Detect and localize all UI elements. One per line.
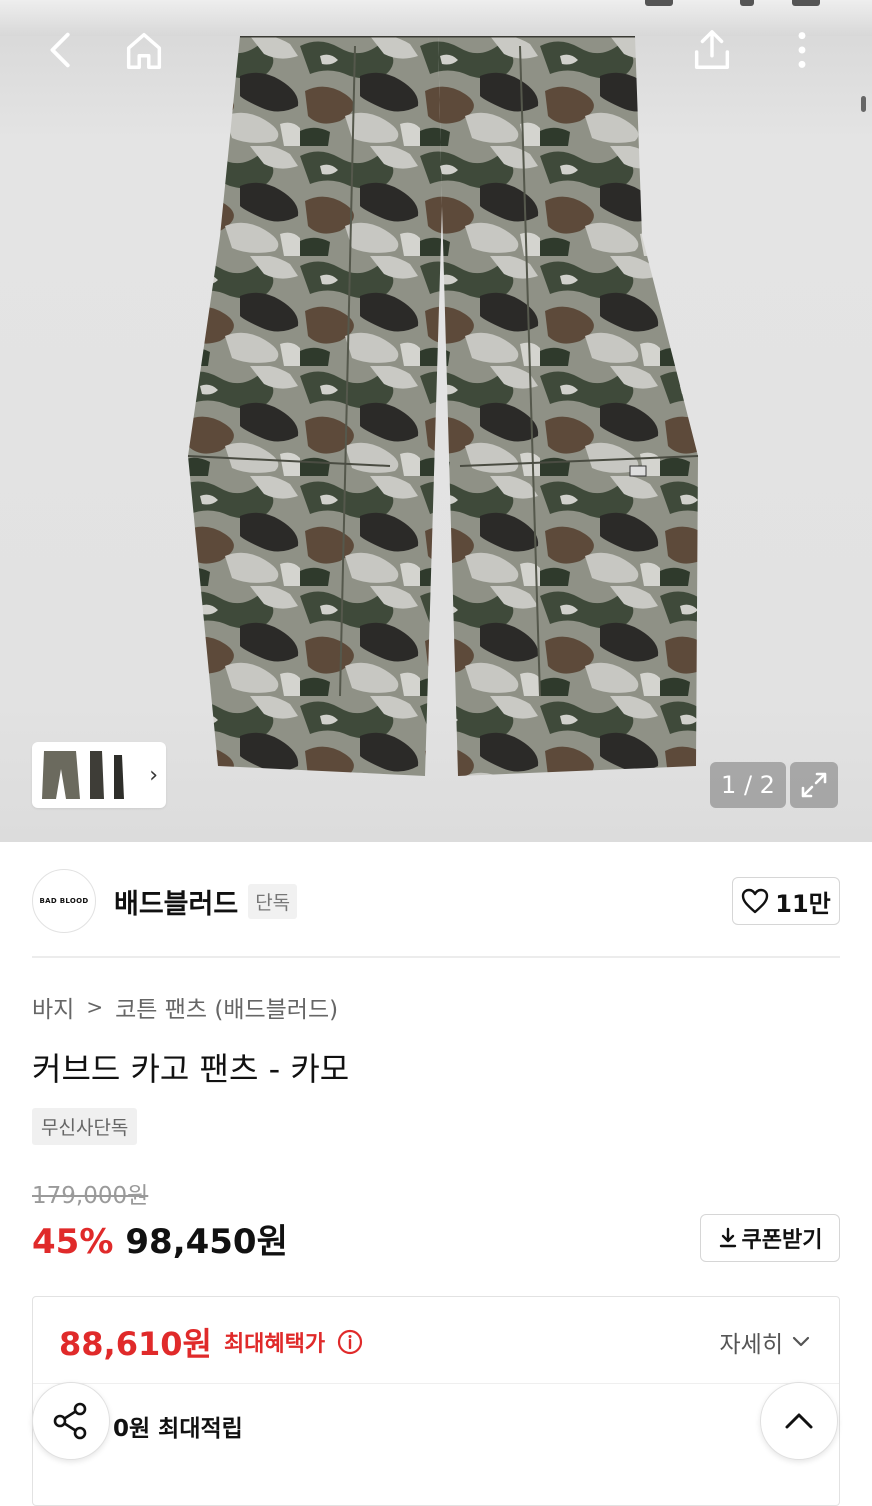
chevron-down-icon	[792, 1336, 810, 1347]
brand-logo[interactable]: BAD BLOOD	[32, 869, 96, 933]
detail-toggle[interactable]: 자세히	[720, 1325, 811, 1359]
brand-row: BAD BLOOD 배드블러드 단독 11만	[32, 866, 840, 936]
detail-label: 자세히	[719, 1332, 783, 1358]
info-icon[interactable]	[337, 1329, 363, 1355]
download-icon	[719, 1227, 736, 1248]
breadcrumb-category[interactable]: 바지	[32, 990, 74, 1024]
divider	[32, 956, 840, 958]
sale-price: 98,450원	[125, 1222, 288, 1262]
coupon-label: 쿠폰받기	[741, 1228, 823, 1253]
like-button[interactable]: 11만	[732, 877, 840, 925]
upload-share-button[interactable]	[684, 22, 740, 78]
more-button[interactable]	[774, 22, 830, 78]
exclusive-badge: 무신사단독	[32, 1108, 138, 1145]
divider	[33, 1383, 839, 1384]
share-button[interactable]	[32, 1382, 110, 1460]
max-benefit-price: 88,610원	[59, 1325, 212, 1363]
thumbnail-images	[42, 751, 124, 799]
benefit-box: 88,610원 최대혜택가 자세히 0원 최대적립	[32, 1296, 840, 1506]
brand-name[interactable]: 배드블러드	[114, 882, 238, 921]
product-image	[187, 36, 699, 776]
original-price: 179,000원	[32, 1183, 149, 1209]
exclusive-tag: 단독	[248, 883, 298, 919]
arrow-up-icon	[785, 1413, 813, 1429]
status-icon	[792, 0, 820, 6]
max-points: 0원 최대적립	[113, 1416, 243, 1442]
back-icon	[50, 32, 70, 68]
breadcrumb-subcategory[interactable]: 코튼 팬츠 (배드블러드)	[115, 990, 338, 1024]
product-title: 커브드 카고 팬츠 - 카모	[32, 1050, 350, 1088]
chevron-right-icon: ›	[149, 762, 158, 788]
share-icon	[53, 1402, 87, 1440]
product-image-gallery[interactable]: › 1 / 2	[0, 0, 872, 842]
coupon-button[interactable]: 쿠폰받기	[700, 1214, 840, 1262]
discount-rate: 45%	[32, 1222, 114, 1262]
chevron-right-icon: >	[86, 995, 104, 1019]
status-icon	[740, 0, 754, 6]
scroll-top-button[interactable]	[760, 1382, 838, 1460]
status-icon	[645, 0, 673, 6]
max-benefit-row: 88,610원 최대혜택가	[59, 1319, 363, 1365]
like-count: 11만	[775, 889, 831, 918]
expand-button[interactable]	[790, 762, 838, 808]
expand-icon	[801, 772, 827, 798]
scroll-indicator	[861, 96, 866, 112]
back-button[interactable]	[34, 22, 90, 78]
home-button[interactable]	[116, 22, 172, 78]
breadcrumb: 바지 > 코튼 팬츠 (배드블러드)	[32, 990, 338, 1024]
thumbnail-strip[interactable]: ›	[32, 742, 166, 808]
max-benefit-label: 최대혜택가	[223, 1332, 326, 1357]
more-icon	[798, 32, 806, 68]
image-counter: 1 / 2	[710, 762, 786, 808]
heart-icon	[742, 888, 769, 914]
share-upload-icon	[694, 30, 730, 69]
home-icon	[126, 32, 162, 69]
price-row: 45% 98,450원	[32, 1214, 288, 1263]
